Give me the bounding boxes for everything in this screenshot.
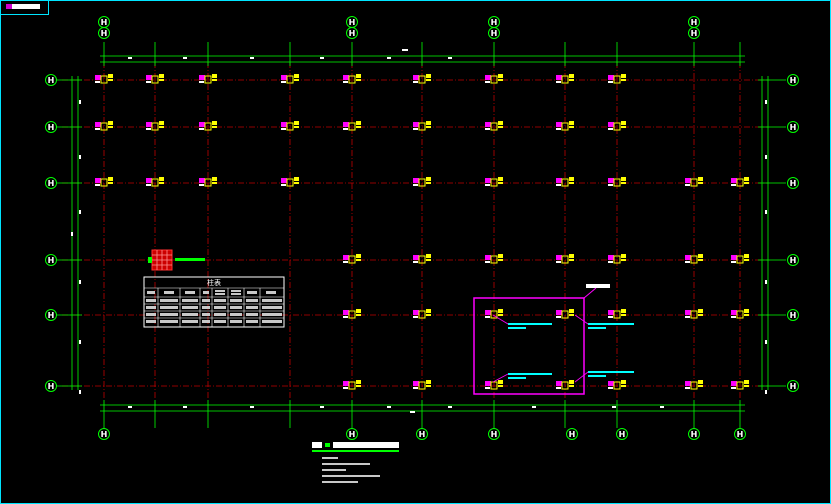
axis-bubble-icon: H: [488, 16, 500, 28]
axis-bubble-icon: H: [734, 428, 746, 440]
table-title: 柱表: [207, 278, 221, 287]
highlight-leader: [583, 287, 597, 299]
svg-text:H: H: [419, 430, 426, 439]
svg-text:H: H: [691, 430, 698, 439]
dimension-text: [79, 155, 81, 159]
axis-bubble-icon: H: [787, 309, 799, 321]
axis-grid-lines: [62, 62, 768, 400]
axis-bubble-icon: H: [45, 309, 57, 321]
dimension-text: [79, 210, 81, 214]
svg-text:H: H: [48, 123, 55, 132]
axis-bubble-icon: H: [98, 428, 110, 440]
axis-bubble-icon: H: [787, 177, 799, 189]
svg-text:H: H: [48, 311, 55, 320]
svg-text:H: H: [349, 430, 356, 439]
highlight-pointers: [492, 314, 589, 383]
dimension-text: [183, 406, 187, 408]
column-detail-icon: [148, 249, 205, 271]
axis-bubble-icon: H: [98, 27, 110, 39]
svg-text:H: H: [691, 29, 698, 38]
drawing-title-block: [312, 442, 399, 452]
dimension-text: [320, 406, 324, 408]
axis-bubble-icon: H: [787, 254, 799, 266]
dimension-text: [660, 406, 664, 408]
svg-text:H: H: [790, 123, 797, 132]
svg-text:H: H: [48, 179, 55, 188]
column-schedule-table[interactable]: 柱表: [143, 276, 285, 328]
dimension-text: [79, 390, 81, 394]
dimension-text: [765, 100, 767, 104]
svg-text:H: H: [101, 18, 108, 27]
dimension-text: [765, 390, 767, 394]
dimension-text: [532, 406, 536, 408]
dimension-text: [448, 57, 452, 59]
axis-bubble-icon: H: [346, 428, 358, 440]
svg-text:H: H: [790, 76, 797, 85]
axis-bubble-icon: H: [45, 177, 57, 189]
svg-text:H: H: [491, 18, 498, 27]
svg-text:H: H: [48, 76, 55, 85]
highlight-tag: [586, 284, 610, 288]
detail-highlight-region[interactable]: [473, 284, 634, 395]
svg-text:H: H: [101, 29, 108, 38]
svg-text:H: H: [691, 18, 698, 27]
general-notes: [322, 457, 380, 483]
svg-text:H: H: [790, 311, 797, 320]
axis-bubble-icon: H: [346, 27, 358, 39]
dimension-lines: [56, 42, 786, 428]
svg-text:H: H: [491, 29, 498, 38]
axis-bubble-icon: H: [787, 121, 799, 133]
axis-bubble-icon: H: [787, 380, 799, 392]
axis-bubble-icon: H: [346, 16, 358, 28]
svg-text:H: H: [48, 382, 55, 391]
structural-plan[interactable]: HHHHHHHHH H H H H H H HH HH HH HH HH HH H 柱表: [0, 0, 831, 504]
dimension-text: [250, 57, 254, 59]
dimension-text: [79, 100, 81, 104]
dimension-text: [128, 57, 132, 59]
axis-bubble-icon: H: [688, 16, 700, 28]
axis-bubble-icon: H: [566, 428, 578, 440]
dimension-text: [765, 280, 767, 284]
dimension-text: [79, 340, 81, 344]
svg-text:H: H: [790, 179, 797, 188]
axis-bubble-icon: H: [45, 254, 57, 266]
dimension-text: [250, 406, 254, 408]
dimension-text: [128, 406, 132, 408]
axis-bubble-icon: H: [688, 428, 700, 440]
svg-text:H: H: [349, 18, 356, 27]
axis-bubble-icon: H: [45, 121, 57, 133]
highlight-notes: [508, 323, 634, 379]
dimension-text: [765, 155, 767, 159]
dimension-text: [320, 57, 324, 59]
svg-text:H: H: [101, 430, 108, 439]
svg-text:H: H: [737, 430, 744, 439]
svg-text:H: H: [48, 256, 55, 265]
axis-bubble-icon: H: [98, 16, 110, 28]
dimension-text: [448, 406, 452, 408]
dimension-text: [387, 406, 391, 408]
axis-bubble-icon: H: [688, 27, 700, 39]
axis-bubble-icon: H: [416, 428, 428, 440]
svg-text:H: H: [790, 382, 797, 391]
axis-bubble-icon: H: [616, 428, 628, 440]
axis-bubble-icon: H: [787, 74, 799, 86]
axis-bubble-icon: H: [488, 27, 500, 39]
svg-text:H: H: [790, 256, 797, 265]
dimension-text: [387, 57, 391, 59]
dimension-text: [183, 57, 187, 59]
dimension-text: [765, 210, 767, 214]
svg-text:H: H: [349, 29, 356, 38]
svg-text:H: H: [569, 430, 576, 439]
dimension-text: [765, 340, 767, 344]
axis-bubble-icon: H: [45, 380, 57, 392]
axis-bubble-icon: H: [488, 428, 500, 440]
dimension-text: [71, 232, 73, 236]
dimension-text: [402, 49, 408, 51]
svg-text:H: H: [491, 430, 498, 439]
dimension-text: [79, 280, 81, 284]
axis-bubble-icon: H: [45, 74, 57, 86]
dimension-text: [612, 406, 616, 408]
dimension-text: [410, 411, 415, 413]
svg-text:H: H: [619, 430, 626, 439]
